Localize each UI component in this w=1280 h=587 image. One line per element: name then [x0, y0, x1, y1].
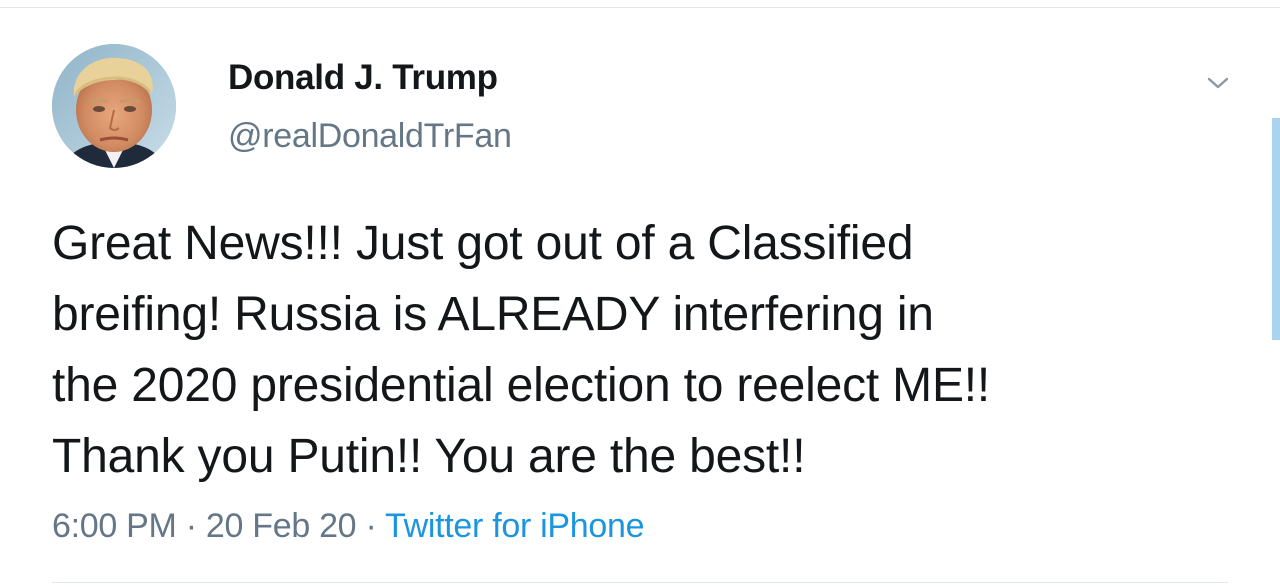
scroll-indicator[interactable]	[1272, 118, 1280, 340]
top-divider	[0, 0, 1280, 8]
tweet-time[interactable]: 6:00 PM	[52, 507, 177, 545]
meta-separator: ·	[365, 507, 377, 545]
avatar-image	[52, 44, 176, 168]
tweet-source-link[interactable]: Twitter for iPhone	[385, 507, 644, 545]
tweet-meta: 6:00 PM · 20 Feb 20 · Twitter for iPhone	[52, 506, 645, 546]
chevron-down-icon[interactable]	[1206, 74, 1230, 92]
chevron-down-icon-graphic	[1207, 77, 1229, 89]
bottom-divider	[52, 582, 1228, 583]
meta-separator: ·	[185, 507, 197, 545]
avatar[interactable]	[52, 44, 176, 168]
user-info[interactable]: Donald J. Trump @realDonaldTrFan	[228, 58, 512, 156]
user-handle[interactable]: @realDonaldTrFan	[228, 116, 512, 156]
tweet-card: Donald J. Trump @realDonaldTrFan Great N…	[0, 8, 1280, 587]
tweet-date[interactable]: 20 Feb 20	[206, 507, 357, 545]
tweet-text: Great News!!! Just got out of a Classifi…	[52, 217, 991, 483]
display-name[interactable]: Donald J. Trump	[228, 58, 512, 98]
